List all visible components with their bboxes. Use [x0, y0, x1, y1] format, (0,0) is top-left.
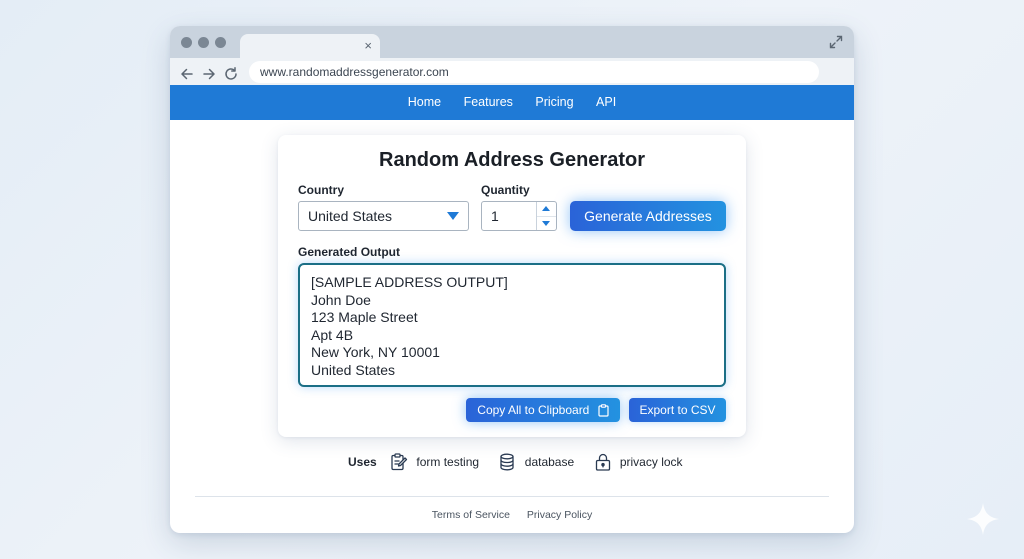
nav-link-pricing[interactable]: Pricing: [535, 85, 573, 120]
generator-card: Random Address Generator Country United …: [278, 135, 746, 437]
stepper-arrows: [536, 202, 556, 230]
copy-button-label: Copy All to Clipboard: [477, 402, 590, 417]
export-csv-button[interactable]: Export to CSV: [629, 398, 726, 422]
output-line: United States: [311, 361, 396, 378]
generate-addresses-button[interactable]: Generate Addresses: [570, 201, 726, 231]
country-select[interactable]: United States: [298, 201, 469, 231]
nav-link-features[interactable]: Features: [464, 85, 513, 120]
footer-divider: [195, 496, 829, 497]
increment-arrow-icon[interactable]: [537, 202, 556, 216]
maximize-window-dot[interactable]: [215, 37, 226, 48]
clipboard-icon: [598, 404, 609, 417]
use-privacy-lock: privacy lock: [619, 455, 683, 469]
expand-icon[interactable]: [828, 34, 844, 50]
sparkle-icon: [967, 503, 999, 535]
output-line: 123 Maple Street: [311, 309, 418, 325]
database-icon: [500, 453, 515, 471]
copy-to-clipboard-button[interactable]: Copy All to Clipboard: [466, 398, 620, 422]
forward-arrow-icon[interactable]: [201, 66, 217, 82]
url-field[interactable]: www.randomaddressgenerator.com: [249, 61, 819, 83]
use-form-testing: form testing: [416, 455, 480, 469]
output-label: Generated Output: [298, 245, 401, 259]
country-select-value: United States: [308, 208, 393, 224]
output-line: New York, NY 10001: [311, 344, 440, 360]
terms-of-service-link[interactable]: Terms of Service: [432, 509, 510, 521]
footer: Terms of Service Privacy Policy: [170, 509, 854, 521]
clipboard-edit-icon: [391, 453, 408, 471]
nav-link-home[interactable]: Home: [408, 85, 441, 120]
nav-link-api[interactable]: API: [596, 85, 616, 120]
back-arrow-icon[interactable]: [179, 66, 195, 82]
reload-icon[interactable]: [223, 66, 239, 82]
site-nav: Home Features Pricing API: [170, 85, 854, 120]
chevron-down-icon: [447, 212, 459, 220]
use-database: database: [524, 455, 575, 469]
quantity-label: Quantity: [481, 183, 530, 197]
close-window-dot[interactable]: [181, 37, 192, 48]
page-title: Random Address Generator: [379, 149, 645, 171]
lock-icon: [595, 453, 610, 471]
minimize-window-dot[interactable]: [198, 37, 209, 48]
decrement-arrow-icon[interactable]: [537, 216, 556, 230]
uses-label: Uses: [348, 455, 377, 469]
output-textarea[interactable]: [SAMPLE ADDRESS OUTPUT] John Doe 123 Map…: [298, 263, 726, 387]
privacy-policy-link[interactable]: Privacy Policy: [527, 509, 592, 521]
browser-tab[interactable]: ×: [240, 34, 380, 58]
output-line: [SAMPLE ADDRESS OUTPUT]: [311, 274, 508, 290]
tab-close-icon[interactable]: ×: [364, 37, 372, 55]
browser-window: × www.randomaddressgenerator.com Home Fe…: [170, 26, 854, 533]
uses-row: Uses form testing database privacy lock: [348, 452, 698, 476]
country-label: Country: [298, 183, 344, 197]
output-line: Apt 4B: [311, 326, 354, 343]
title-bar: ×: [170, 26, 854, 58]
quantity-stepper[interactable]: 1: [481, 201, 557, 231]
quantity-value: 1: [491, 208, 499, 224]
output-line: John Doe: [311, 291, 371, 308]
